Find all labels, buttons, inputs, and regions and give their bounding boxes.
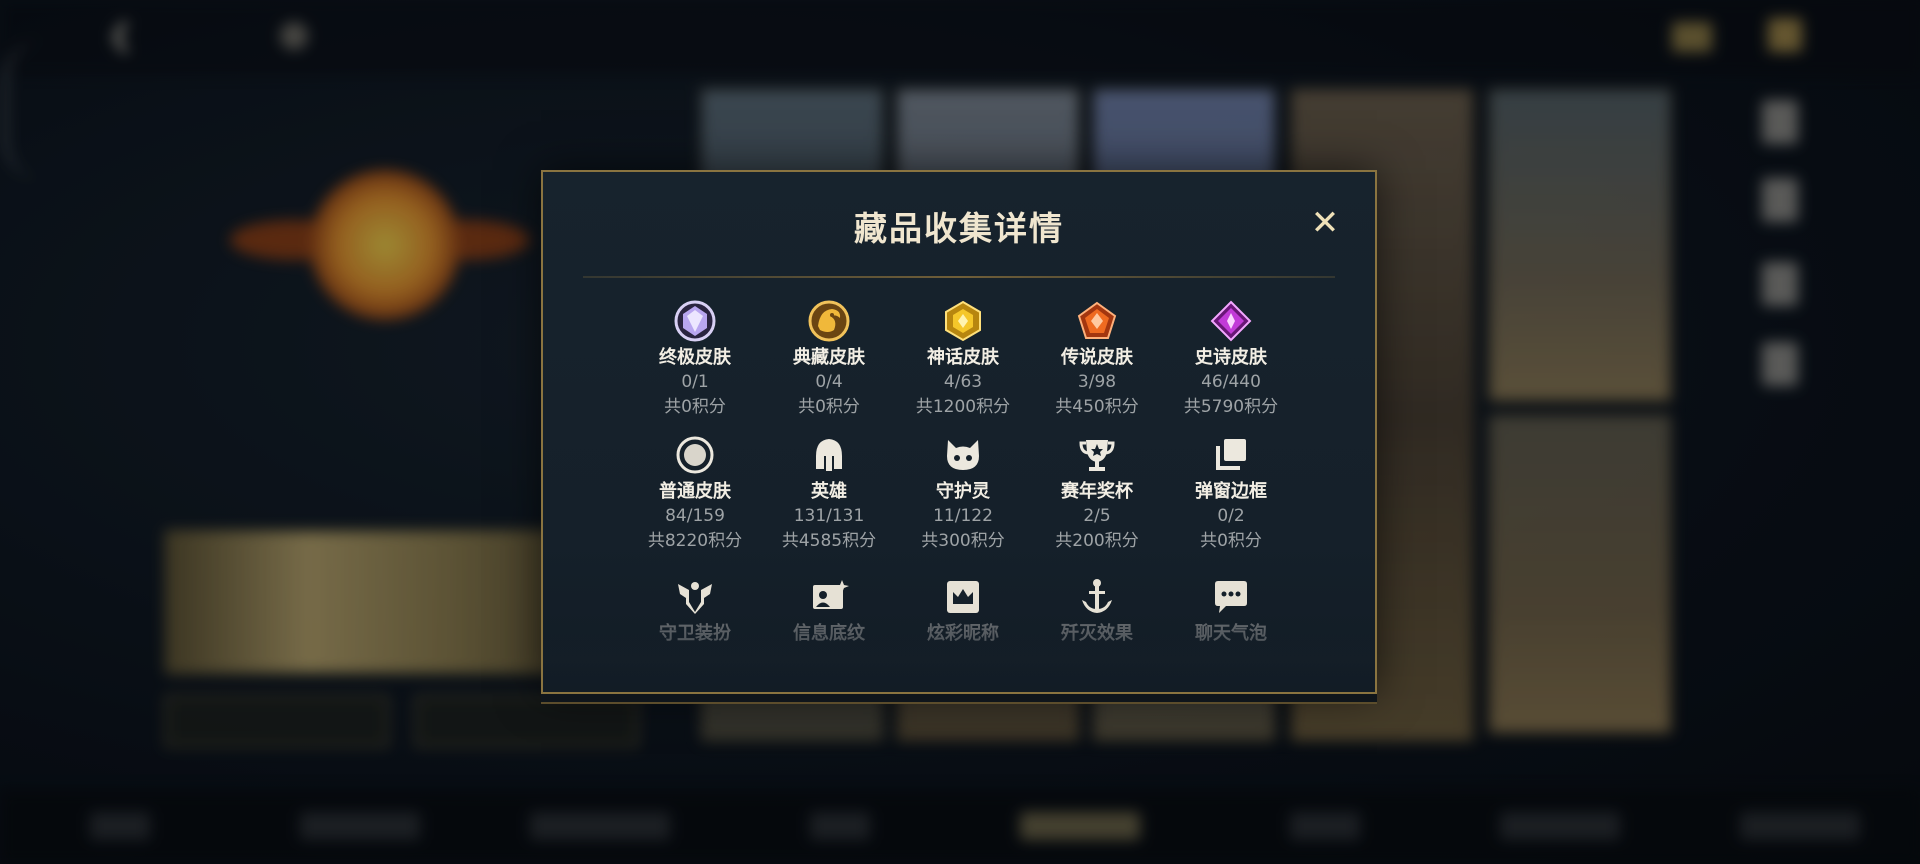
collection-skin-icon <box>808 300 850 342</box>
category-count: 11/122 <box>933 506 993 526</box>
category-points: 共300积分 <box>921 531 1005 551</box>
category-item[interactable]: 守护灵 11/122 共300积分 <box>888 434 1038 554</box>
category-item[interactable]: 赛年奖杯 2/5 共200积分 <box>1022 434 1172 554</box>
category-points: 共0积分 <box>1200 531 1262 551</box>
colorful-nickname-icon <box>947 581 979 613</box>
category-label: 传说皮肤 <box>1061 347 1133 368</box>
category-count: 131/131 <box>793 506 865 526</box>
category-points: 共5790积分 <box>1183 397 1279 417</box>
category-label: 英雄 <box>811 481 847 502</box>
category-item[interactable]: 神话皮肤 4/63 共1200积分 <box>888 300 1038 420</box>
category-label: 信息底纹 <box>793 623 865 644</box>
category-item[interactable]: 炫彩昵称 <box>888 576 1038 646</box>
popup-frame-icon <box>1216 439 1246 470</box>
epic-skin-icon <box>1210 300 1252 342</box>
category-count: 0/4 <box>815 372 843 392</box>
category-label: 终极皮肤 <box>659 347 731 368</box>
category-count: 84/159 <box>665 506 725 526</box>
category-count: 3/98 <box>1077 372 1117 392</box>
annihilation-effect-icon <box>1082 579 1112 613</box>
category-points: 共200积分 <box>1055 531 1139 551</box>
guard-outfit-icon <box>678 582 712 614</box>
category-points: 共8220积分 <box>647 531 743 551</box>
category-item[interactable]: 聊天气泡 <box>1156 576 1306 646</box>
mythic-skin-icon <box>945 300 981 342</box>
category-item[interactable]: 传说皮肤 3/98 共450积分 <box>1022 300 1172 420</box>
category-count: 2/5 <box>1083 506 1111 526</box>
category-label: 炫彩昵称 <box>927 623 999 644</box>
category-label: 普通皮肤 <box>659 481 731 502</box>
trophy-icon <box>1079 440 1115 471</box>
category-label: 聊天气泡 <box>1195 623 1267 644</box>
category-item[interactable]: 普通皮肤 84/159 共8220积分 <box>620 434 770 554</box>
category-points: 共0积分 <box>664 397 726 417</box>
category-label: 守卫装扮 <box>659 623 731 644</box>
category-item[interactable]: 英雄 131/131 共4585积分 <box>754 434 904 554</box>
category-label: 神话皮肤 <box>927 347 999 368</box>
category-count: 4/63 <box>943 372 983 392</box>
category-label: 赛年奖杯 <box>1061 481 1133 502</box>
category-item[interactable]: 典藏皮肤 0/4 共0积分 <box>754 300 904 420</box>
category-item[interactable]: 歼灭效果 <box>1022 576 1172 646</box>
ultimate-skin-icon <box>674 300 716 342</box>
category-label: 弹窗边框 <box>1195 481 1267 502</box>
guardian-spirit-icon <box>947 440 979 470</box>
category-points: 共4585积分 <box>781 531 877 551</box>
collection-details-dialog: 藏品收集详情 ✕ 终极皮肤 0/1 共0积分 典藏皮肤 0/4 共0积分 神话皮… <box>541 170 1377 694</box>
category-points: 共1200积分 <box>915 397 1011 417</box>
legend-skin-icon <box>1077 301 1117 339</box>
category-item[interactable]: 守卫装扮 <box>620 576 770 646</box>
category-count: 0/1 <box>681 372 709 392</box>
category-grid: 终极皮肤 0/1 共0积分 典藏皮肤 0/4 共0积分 神话皮肤 4/63 共1… <box>543 172 1375 692</box>
category-label: 守护灵 <box>936 481 990 502</box>
category-item[interactable]: 信息底纹 <box>754 576 904 646</box>
category-label: 史诗皮肤 <box>1195 347 1267 368</box>
category-item[interactable]: 史诗皮肤 46/440 共5790积分 <box>1156 300 1306 420</box>
category-points: 共0积分 <box>798 397 860 417</box>
category-item[interactable]: 终极皮肤 0/1 共0积分 <box>620 300 770 420</box>
category-item[interactable]: 弹窗边框 0/2 共0积分 <box>1156 434 1306 554</box>
hero-helmet-icon <box>816 439 842 471</box>
category-count: 0/2 <box>1217 506 1245 526</box>
category-label: 歼灭效果 <box>1061 623 1133 644</box>
chat-bubble-icon <box>1215 581 1247 613</box>
category-label: 典藏皮肤 <box>793 347 865 368</box>
category-points: 共450积分 <box>1055 397 1139 417</box>
category-count: 46/440 <box>1201 372 1261 392</box>
info-background-icon <box>813 580 849 609</box>
normal-skin-icon <box>676 436 714 474</box>
screen: ❮ 藏品收集详情 ✕ 终极皮肤 0/1 共0积分 典藏皮肤 0/4 共0积分 神… <box>0 0 1920 864</box>
